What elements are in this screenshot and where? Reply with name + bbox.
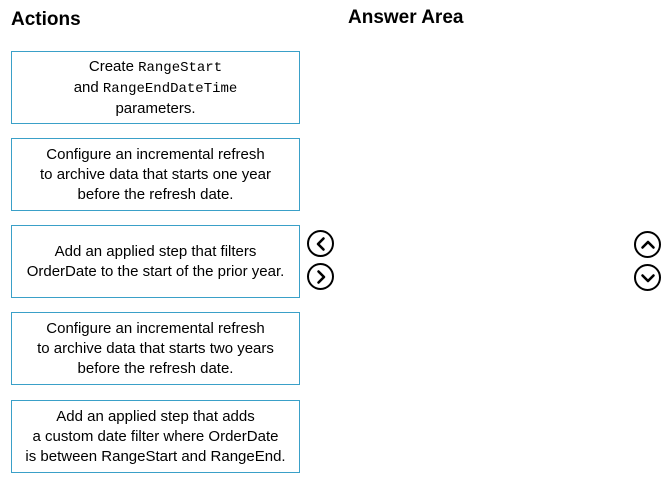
parameter-name-code: RangeStart — [138, 59, 223, 76]
parameter-name-code: RangeEndDateTime — [102, 80, 238, 97]
move-up-button[interactable] — [634, 231, 661, 258]
action-item-text: Create RangeStart and RangeEndDateTime p… — [74, 57, 238, 119]
action-item-archive-two-years[interactable]: Configure an incremental refresh to arch… — [11, 312, 300, 385]
action-item-create-parameters[interactable]: Create RangeStart and RangeEndDateTime p… — [11, 51, 300, 124]
chevron-up-icon — [640, 240, 655, 249]
chevron-down-icon — [640, 273, 655, 282]
chevron-left-icon — [316, 236, 325, 251]
action-item-text: Configure an incremental refresh to arch… — [40, 145, 271, 203]
action-text-segment: Create — [88, 57, 139, 75]
action-item-custom-date-filter[interactable]: Add an applied step that adds a custom d… — [11, 400, 300, 473]
move-down-button[interactable] — [634, 264, 661, 291]
action-item-filter-prior-year[interactable]: Add an applied step that filters OrderDa… — [11, 225, 300, 298]
action-text-segment: parameters. — [115, 99, 196, 117]
action-text-segment: and — [73, 78, 103, 96]
move-left-button[interactable] — [307, 230, 334, 257]
action-item-text: Add an applied step that filters OrderDa… — [26, 242, 285, 280]
move-right-button[interactable] — [307, 263, 334, 290]
chevron-right-icon — [316, 269, 325, 284]
answer-area-heading: Answer Area — [348, 7, 464, 28]
action-item-archive-one-year[interactable]: Configure an incremental refresh to arch… — [11, 138, 300, 211]
action-item-text: Add an applied step that adds a custom d… — [25, 407, 286, 465]
action-item-text: Configure an incremental refresh to arch… — [37, 319, 274, 377]
actions-heading: Actions — [11, 9, 81, 30]
